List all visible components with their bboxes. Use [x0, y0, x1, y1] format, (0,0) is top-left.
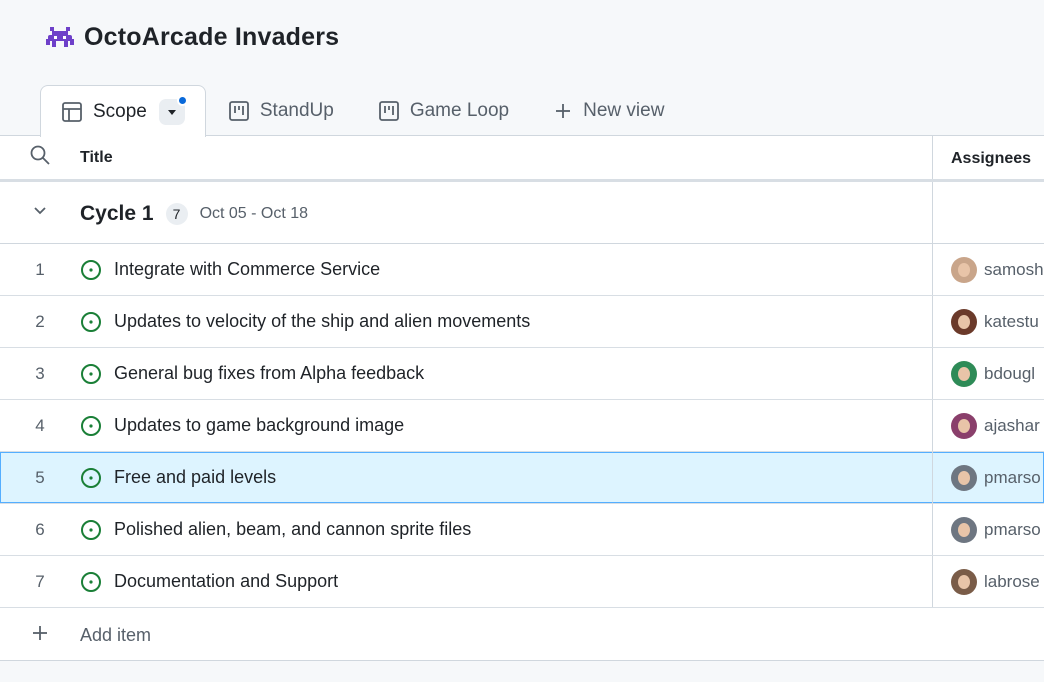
add-item-button[interactable]	[0, 624, 80, 647]
issue-open-icon	[80, 414, 104, 438]
board-icon	[228, 100, 250, 122]
group-count-badge: 7	[165, 202, 188, 225]
table-row[interactable]: 2 Updates to velocity of the ship and ali…	[0, 296, 1044, 348]
table-row[interactable]: 7 Documentation and Support labrose	[0, 556, 1044, 608]
new-view-label: New view	[583, 100, 665, 121]
column-divider[interactable]	[932, 136, 933, 179]
table-row[interactable]: 6 Polished alien, beam, and cannon sprite…	[0, 504, 1044, 556]
assignee[interactable]: samosh	[951, 244, 1044, 295]
issue-open-icon	[80, 258, 104, 282]
collapse-group-button[interactable]	[0, 203, 80, 224]
table-row[interactable]: 5 Free and paid levels pmarso	[0, 452, 1044, 504]
item-list: 1 Integrate with Commerce Service samosh 2 U…	[0, 244, 1044, 608]
issue-open-icon	[80, 518, 104, 542]
search-icon	[29, 144, 51, 171]
row-number: 1	[35, 259, 45, 279]
row-number: 6	[35, 519, 45, 539]
triangle-down-icon	[167, 108, 177, 116]
item-title-link[interactable]: Documentation and Support	[114, 571, 338, 592]
table-header: Title Assignees	[0, 136, 1044, 182]
assignee-name: samosh	[984, 259, 1044, 279]
group-header: Cycle 1 7 Oct 05 - Oct 18	[0, 182, 1044, 244]
item-title-link[interactable]: Integrate with Commerce Service	[114, 259, 380, 280]
tab-game-loop-label: Game Loop	[409, 100, 510, 121]
column-divider	[932, 348, 933, 399]
project-header: OctoArcade Invaders	[46, 20, 339, 54]
plus-icon	[31, 624, 49, 647]
group-dates: Oct 05 - Oct 18	[199, 204, 309, 222]
board-icon	[378, 100, 400, 122]
column-divider	[932, 452, 933, 503]
assignee-name: katestu	[984, 311, 1039, 331]
chevron-down-icon	[32, 203, 48, 224]
row-number: 7	[35, 571, 45, 591]
avatar	[951, 464, 977, 491]
assignee-name: pmarso	[984, 467, 1041, 487]
plus-icon	[553, 101, 573, 121]
tab-standup[interactable]: StandUp	[206, 86, 356, 136]
assignee[interactable]: katestu	[951, 296, 1044, 347]
project-table: Title Assignees Cycle 1 7 Oct 05 - Oct 1…	[0, 135, 1044, 661]
issue-open-icon	[80, 362, 104, 386]
assignee-name: pmarso	[984, 519, 1041, 539]
avatar	[951, 516, 977, 543]
column-divider	[932, 244, 933, 295]
issue-open-icon	[80, 466, 104, 490]
new-view-button[interactable]: New view	[531, 86, 686, 136]
assignee[interactable]: bdougl	[951, 348, 1044, 399]
avatar	[951, 256, 977, 283]
add-item-label: Add item	[80, 624, 152, 645]
assignee-name: ajashar	[984, 415, 1040, 435]
row-number: 3	[35, 363, 45, 383]
assignee[interactable]: labrose	[951, 556, 1044, 607]
tab-game-loop[interactable]: Game Loop	[356, 86, 531, 136]
issue-open-icon	[80, 570, 104, 594]
table-icon	[61, 101, 83, 123]
view-options-button[interactable]	[158, 94, 188, 125]
space-invader-icon	[46, 23, 74, 51]
assignee[interactable]: pmarso	[951, 452, 1044, 503]
column-divider	[932, 504, 933, 555]
table-row[interactable]: 3 General bug fixes from Alpha feedback bd…	[0, 348, 1044, 400]
column-header-assignees[interactable]: Assignees	[951, 136, 1031, 182]
unsaved-changes-dot	[176, 94, 188, 106]
column-divider	[932, 400, 933, 451]
column-divider	[932, 556, 933, 607]
avatar	[951, 568, 977, 595]
add-item-row[interactable]: Add item	[0, 608, 1044, 662]
assignee-name: labrose	[984, 571, 1040, 591]
row-number: 4	[35, 415, 45, 435]
tab-standup-label: StandUp	[259, 100, 334, 121]
project-title: OctoArcade Invaders	[84, 22, 340, 51]
column-header-title[interactable]: Title	[80, 149, 113, 167]
view-tabs: Scope StandUp Game Loop New view	[40, 84, 686, 137]
item-title-link[interactable]: Polished alien, beam, and cannon sprite …	[114, 519, 471, 540]
avatar	[951, 412, 977, 439]
column-divider	[932, 182, 933, 243]
row-number: 5	[35, 467, 45, 487]
avatar	[951, 360, 977, 387]
assignee[interactable]: ajashar	[951, 400, 1044, 451]
row-number: 2	[35, 311, 45, 331]
tab-scope[interactable]: Scope	[40, 85, 206, 137]
search-button[interactable]	[0, 144, 80, 171]
issue-open-icon	[80, 310, 104, 334]
table-row[interactable]: 1 Integrate with Commerce Service samosh	[0, 244, 1044, 296]
tab-scope-label: Scope	[93, 100, 147, 122]
item-title-link[interactable]: General bug fixes from Alpha feedback	[114, 363, 424, 384]
group-name: Cycle 1	[80, 201, 154, 225]
assignee[interactable]: pmarso	[951, 504, 1044, 555]
avatar	[951, 308, 977, 335]
assignee-name: bdougl	[984, 363, 1036, 383]
table-row[interactable]: 4 Updates to game background image ajashar	[0, 400, 1044, 452]
item-title-link[interactable]: Updates to game background image	[114, 415, 404, 436]
item-title-link[interactable]: Updates to velocity of the ship and alie…	[114, 311, 530, 332]
item-title-link[interactable]: Free and paid levels	[114, 467, 276, 488]
column-divider	[932, 296, 933, 347]
